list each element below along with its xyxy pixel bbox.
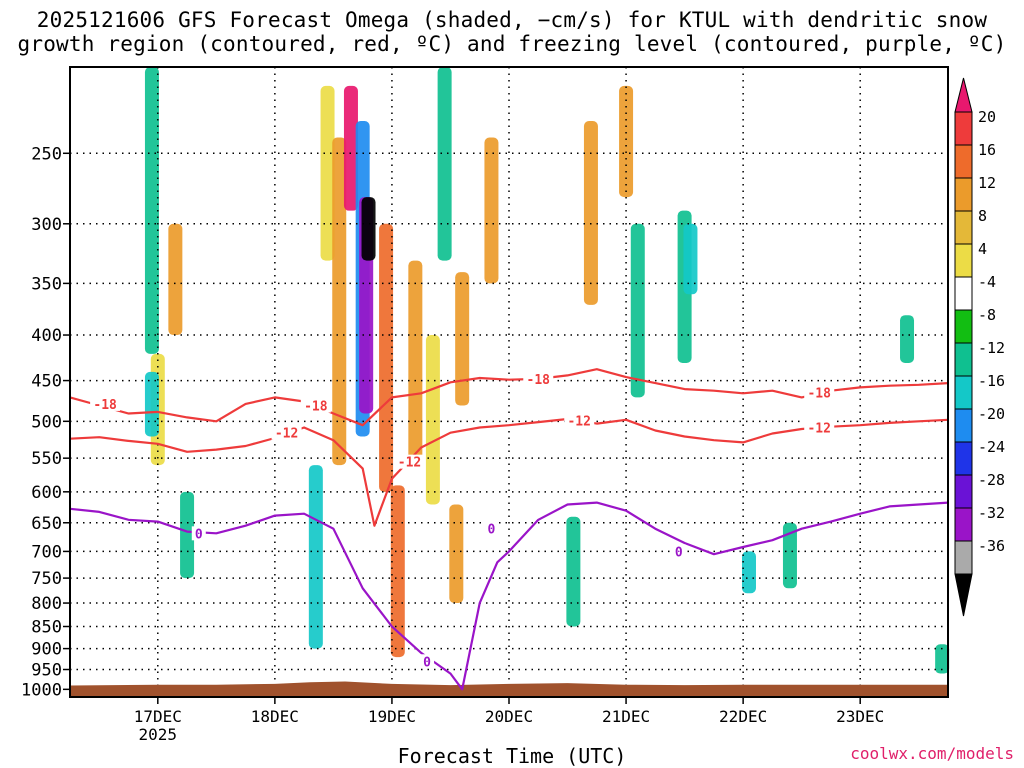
omega-cell [361,197,376,261]
omega-cell [619,85,634,198]
contour-label: -18 [304,400,328,415]
colorbar-bottom-arrow [954,573,973,617]
x-tick-label: 17DEC [134,707,182,726]
omega-cell [408,260,423,466]
colorbar-segment [954,408,973,443]
colorbar-label: -16 [978,372,1005,390]
omega-cell [449,504,464,604]
y-tick-label: 750 [31,569,62,589]
y-tick-label: 550 [31,449,62,469]
colorbar-label: 4 [978,240,987,258]
colorbar-label: -12 [978,339,1005,357]
colorbar-label: -24 [978,438,1005,456]
contour-label: 0 [488,523,496,538]
omega-cell [144,371,159,437]
colorbar: 20 16 12 8 4 -4 -8 -12 -16 -20 -24 -28 -32 -36 [954,77,1005,617]
contour-label: -12 [807,421,830,436]
colorbar-label: -32 [978,504,1005,522]
omega-cell [144,67,159,354]
omega-cell [630,223,645,398]
colorbar-segment [954,540,973,575]
y-tick-label: 700 [31,542,62,562]
colorbar-segment [954,276,973,311]
omega-time-height-chart: -18 -18 -18 -18 -12 -12 -12 -12 0 0 0 0 250 300 350 40… [21,66,1005,744]
colorbar-segment [954,309,973,344]
y-tick-label: 350 [31,274,62,294]
colorbar-segment [954,144,973,179]
omega-cell [308,465,323,649]
y-tick-label: 300 [31,215,62,235]
colorbar-label: -20 [978,405,1005,423]
y-tick-label: 600 [31,483,62,503]
y-tick-label: 850 [31,617,62,637]
colorbar-segment [954,441,973,476]
x-tick-label: 23DEC [836,707,884,726]
omega-cell [484,137,499,284]
contour-label: -12 [398,456,421,471]
colorbar-label: 8 [978,207,987,225]
omega-cell [425,335,440,505]
x-tick-label: 22DEC [719,707,767,726]
contour-label: 0 [195,527,203,542]
contour-label: -18 [527,373,551,388]
x-tick-label: 18DEC [251,707,299,726]
x-tick-label: 21DEC [602,707,650,726]
y-tick-label: 500 [31,412,62,432]
omega-cell [168,223,183,336]
x-tick-sublabel: 2025 [139,725,178,744]
colorbar-segment [954,111,973,146]
colorbar-segment [954,177,973,212]
colorbar-segment [954,342,973,377]
y-tick-label: 900 [31,640,62,660]
colorbar-label: 20 [978,108,996,126]
contour-label: -18 [93,398,117,413]
colorbar-label: 16 [978,141,996,159]
omega-cell [583,121,598,305]
contour-label: -18 [807,386,831,401]
y-tick-label: 800 [31,594,62,614]
omega-cell [437,67,452,261]
y-tick-label: 400 [31,326,62,346]
omega-cell [455,272,470,406]
y-tick-label: 250 [31,144,62,164]
colorbar-label: -36 [978,537,1005,555]
contour-label: -12 [567,415,590,430]
omega-cell [741,551,756,594]
contour-label: -12 [275,427,298,442]
contour-label: 0 [675,545,683,560]
colorbar-segment [954,210,973,245]
plot-area [70,67,948,697]
colorbar-segment [954,507,973,542]
colorbar-segment [954,243,973,278]
colorbar-label: 12 [978,174,996,192]
y-tick-label: 950 [31,661,62,681]
colorbar-label: -28 [978,471,1005,489]
y-tick-label: 450 [31,372,62,392]
omega-cell [900,315,915,363]
contour-label: 0 [423,655,431,670]
x-tick-label: 19DEC [368,707,416,726]
colorbar-top-arrow [954,77,973,113]
colorbar-label: -8 [978,306,996,324]
credit-link[interactable]: coolwx.com/models [850,744,1014,763]
y-tick-label: 1000 [21,680,62,700]
colorbar-label: -4 [978,273,996,291]
colorbar-segment [954,375,973,410]
omega-cell [379,223,394,492]
omega-cell [566,516,581,627]
colorbar-segment [954,474,973,509]
y-tick-label: 650 [31,514,62,534]
x-tick-label: 20DEC [485,707,533,726]
